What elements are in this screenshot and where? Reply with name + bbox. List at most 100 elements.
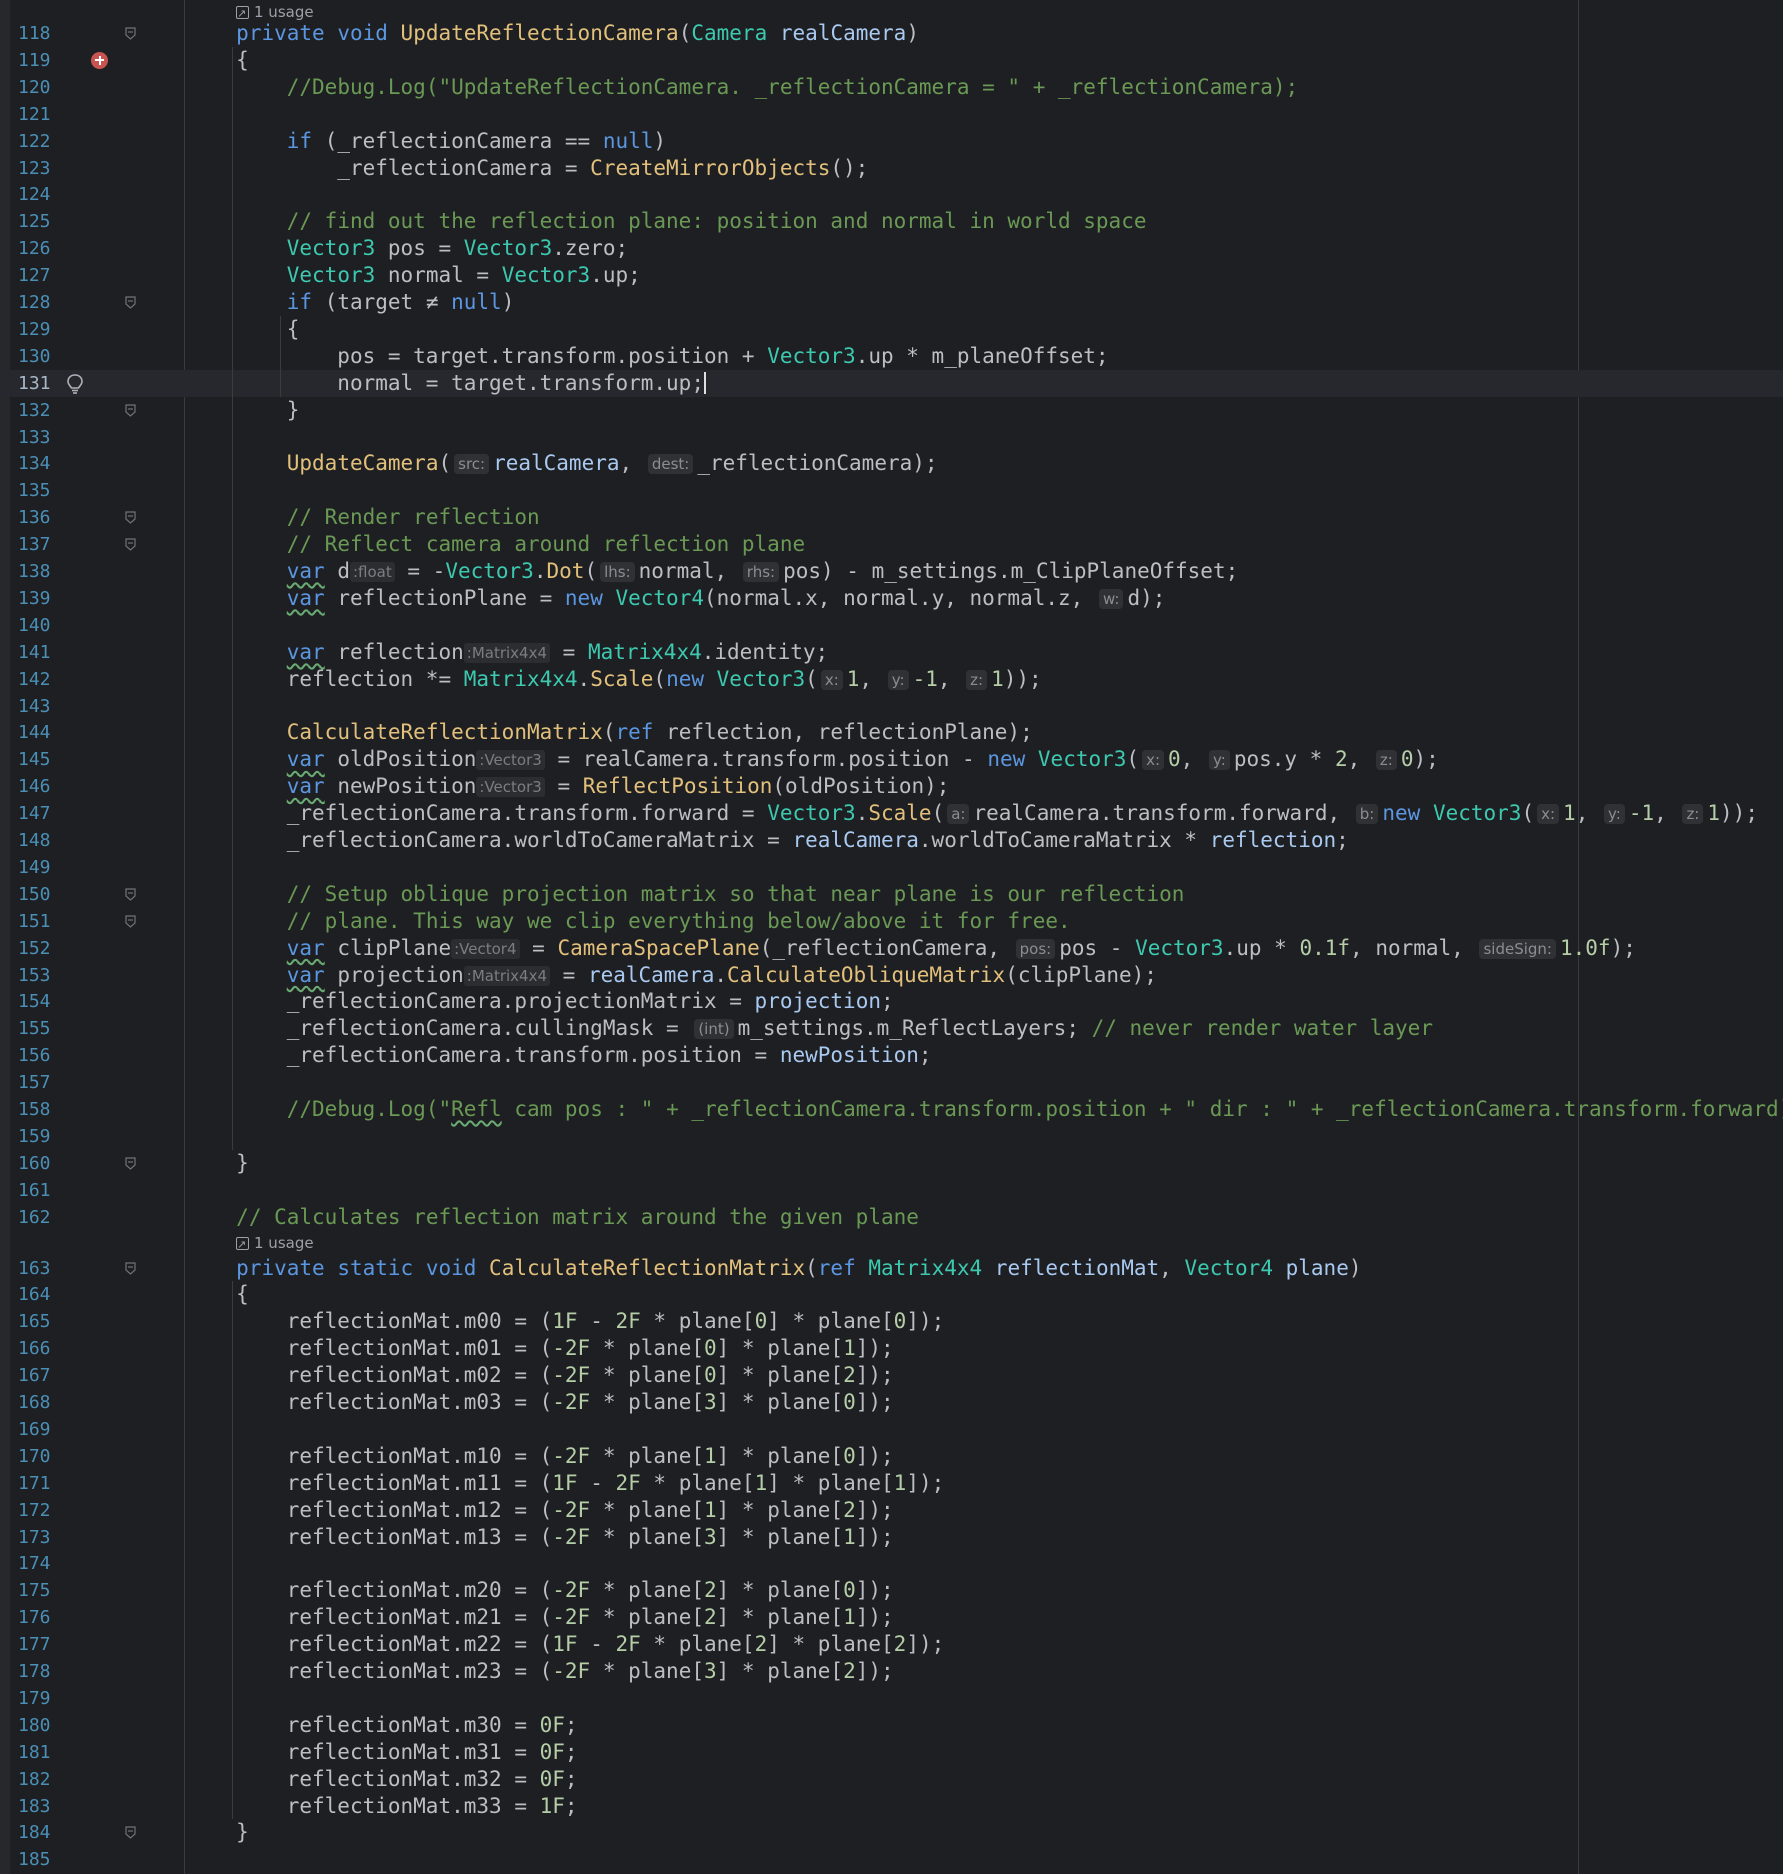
code-text[interactable]: var reflection:Matrix4x4 = Matrix4x4.ide… — [186, 639, 828, 667]
code-text[interactable]: var d:float = -Vector3.Dot(lhs: normal, r… — [186, 558, 1238, 586]
code-text[interactable]: CalculateReflectionMatrix(ref reflection… — [186, 719, 1033, 746]
code-line[interactable]: 141 var reflection:Matrix4x4 = Matrix4x4… — [0, 639, 1783, 666]
code-line[interactable]: 178 reflectionMat.m23 = (-2F * plane[3] … — [0, 1658, 1783, 1685]
line-number[interactable]: 140 — [18, 614, 70, 638]
line-number[interactable]: 172 — [18, 1499, 70, 1523]
line-number[interactable]: 182 — [18, 1768, 70, 1792]
line-number[interactable]: 155 — [18, 1017, 70, 1041]
code-line[interactable]: 153 var projection:Matrix4x4 = realCamer… — [0, 962, 1783, 989]
line-number[interactable]: 177 — [18, 1633, 70, 1657]
code-text[interactable]: _reflectionCamera.worldToCameraMatrix = … — [186, 827, 1349, 854]
line-number[interactable]: 176 — [18, 1606, 70, 1630]
code-line[interactable]: 168 reflectionMat.m03 = (-2F * plane[3] … — [0, 1389, 1783, 1416]
code-line[interactable]: 162 // Calculates reflection matrix arou… — [0, 1204, 1783, 1231]
line-number[interactable]: 164 — [18, 1283, 70, 1307]
code-text[interactable]: if (target ≠ null) — [186, 289, 515, 316]
code-text[interactable]: private static void CalculateReflectionM… — [186, 1255, 1361, 1282]
code-text[interactable]: reflectionMat.m11 = (1F - 2F * plane[1] … — [186, 1470, 945, 1497]
code-line[interactable]: 180 reflectionMat.m30 = 0F; — [0, 1712, 1783, 1739]
code-line[interactable]: 130 pos = target.transform.position + Ve… — [0, 343, 1783, 370]
code-text[interactable]: private void UpdateReflectionCamera(Came… — [186, 20, 919, 47]
code-line[interactable]: 158 //Debug.Log("Refl cam pos : " + _ref… — [0, 1096, 1783, 1123]
code-line[interactable]: 183 reflectionMat.m33 = 1F; — [0, 1793, 1783, 1820]
code-text[interactable]: pos = target.transform.position + Vector… — [186, 343, 1108, 370]
code-line[interactable]: 121 — [0, 101, 1783, 128]
code-line[interactable]: 172 reflectionMat.m12 = (-2F * plane[1] … — [0, 1497, 1783, 1524]
code-text[interactable]: _reflectionCamera.transform.position = n… — [186, 1042, 932, 1069]
code-text[interactable]: reflectionMat.m32 = 0F; — [186, 1766, 578, 1793]
line-number[interactable]: 127 — [18, 264, 70, 288]
line-number[interactable]: 183 — [18, 1795, 70, 1819]
line-number[interactable]: 122 — [18, 130, 70, 154]
code-text[interactable]: //Debug.Log("Refl cam pos : " + _reflect… — [186, 1096, 1783, 1123]
code-line[interactable]: 171 reflectionMat.m11 = (1F - 2F * plane… — [0, 1470, 1783, 1497]
fold-marker-icon[interactable] — [124, 888, 137, 901]
code-text[interactable]: var oldPosition:Vector3 = realCamera.tra… — [186, 746, 1439, 774]
line-number[interactable]: 150 — [18, 883, 70, 907]
line-number[interactable]: 157 — [18, 1071, 70, 1095]
line-number[interactable]: 151 — [18, 910, 70, 934]
line-number[interactable]: 178 — [18, 1660, 70, 1684]
code-text[interactable]: var newPosition:Vector3 = ReflectPositio… — [186, 773, 950, 801]
line-number[interactable]: 154 — [18, 990, 70, 1014]
line-number[interactable]: 159 — [18, 1125, 70, 1149]
lightbulb-icon[interactable] — [64, 372, 86, 396]
code-line[interactable]: 123 _reflectionCamera = CreateMirrorObje… — [0, 155, 1783, 182]
code-line[interactable]: 161 — [0, 1177, 1783, 1204]
code-line[interactable]: 124 — [0, 181, 1783, 208]
line-number[interactable]: 158 — [18, 1098, 70, 1122]
line-number[interactable]: 144 — [18, 721, 70, 745]
breakpoint-icon[interactable] — [91, 51, 108, 69]
code-text[interactable]: reflection *= Matrix4x4.Scale(new Vector… — [186, 666, 1042, 694]
fold-marker-icon[interactable] — [124, 1826, 137, 1840]
code-text[interactable]: // plane. This way we clip everything be… — [186, 908, 1071, 935]
code-line[interactable]: 157 — [0, 1069, 1783, 1096]
fold-marker-icon[interactable] — [124, 511, 137, 524]
code-line[interactable]: 122 if (_reflectionCamera == null) — [0, 128, 1783, 155]
line-number[interactable]: 129 — [18, 318, 70, 342]
code-line[interactable]: 128 if (target ≠ null) — [0, 289, 1783, 316]
code-line[interactable]: 154 _reflectionCamera.projectionMatrix =… — [0, 988, 1783, 1015]
code-line[interactable]: 136 // Render reflection — [0, 504, 1783, 531]
line-number[interactable]: 124 — [18, 183, 70, 207]
code-line[interactable]: 185 — [0, 1846, 1783, 1873]
line-number[interactable]: 135 — [18, 479, 70, 503]
code-line[interactable]: 151 // plane. This way we clip everythin… — [0, 908, 1783, 935]
code-text[interactable]: reflectionMat.m13 = (-2F * plane[3] * pl… — [186, 1524, 894, 1551]
line-number[interactable]: 119 — [18, 49, 70, 73]
code-line[interactable]: 135 — [0, 477, 1783, 504]
code-text[interactable]: // Reflect camera around reflection plan… — [186, 531, 805, 558]
line-number[interactable]: 120 — [18, 76, 70, 100]
line-number[interactable]: 179 — [18, 1687, 70, 1711]
code-text[interactable]: // Calculates reflection matrix around t… — [186, 1204, 919, 1231]
code-text[interactable]: reflectionMat.m21 = (-2F * plane[2] * pl… — [186, 1604, 894, 1631]
code-line[interactable]: 133 — [0, 424, 1783, 451]
code-line[interactable]: 177 reflectionMat.m22 = (1F - 2F * plane… — [0, 1631, 1783, 1658]
code-text[interactable]: _reflectionCamera.cullingMask = (int) m_s… — [186, 1015, 1433, 1043]
code-line[interactable]: 149 — [0, 854, 1783, 881]
line-number[interactable]: 138 — [18, 560, 70, 584]
code-line[interactable]: 147 _reflectionCamera.transform.forward … — [0, 800, 1783, 827]
code-text[interactable]: { — [186, 316, 300, 343]
code-text[interactable]: var projection:Matrix4x4 = realCamera.Ca… — [186, 962, 1157, 990]
line-number[interactable]: 134 — [18, 452, 70, 476]
code-line[interactable]: 145 var oldPosition:Vector3 = realCamera… — [0, 746, 1783, 773]
line-number[interactable]: 174 — [18, 1552, 70, 1576]
line-number[interactable]: 123 — [18, 157, 70, 181]
line-number[interactable]: 184 — [18, 1821, 70, 1845]
code-text[interactable]: reflectionMat.m01 = (-2F * plane[0] * pl… — [186, 1335, 894, 1362]
code-text[interactable]: // Render reflection — [186, 504, 540, 531]
line-number[interactable]: 160 — [18, 1152, 70, 1176]
code-line[interactable]: 156 _reflectionCamera.transform.position… — [0, 1042, 1783, 1069]
code-line[interactable]: 167 reflectionMat.m02 = (-2F * plane[0] … — [0, 1362, 1783, 1389]
code-text[interactable]: var clipPlane:Vector4 = CameraSpacePlane… — [186, 935, 1636, 963]
code-line[interactable]: 134 UpdateCamera(src: realCamera, dest: _r… — [0, 450, 1783, 477]
code-line[interactable]: 144 CalculateReflectionMatrix(ref reflec… — [0, 719, 1783, 746]
code-line[interactable]: 148 _reflectionCamera.worldToCameraMatri… — [0, 827, 1783, 854]
code-line[interactable]: 165 reflectionMat.m00 = (1F - 2F * plane… — [0, 1308, 1783, 1335]
line-number[interactable]: 118 — [18, 22, 70, 46]
fold-marker-icon[interactable] — [124, 915, 137, 928]
fold-marker-icon[interactable] — [124, 1157, 137, 1170]
line-number[interactable]: 128 — [18, 291, 70, 315]
line-number[interactable]: 143 — [18, 695, 70, 719]
